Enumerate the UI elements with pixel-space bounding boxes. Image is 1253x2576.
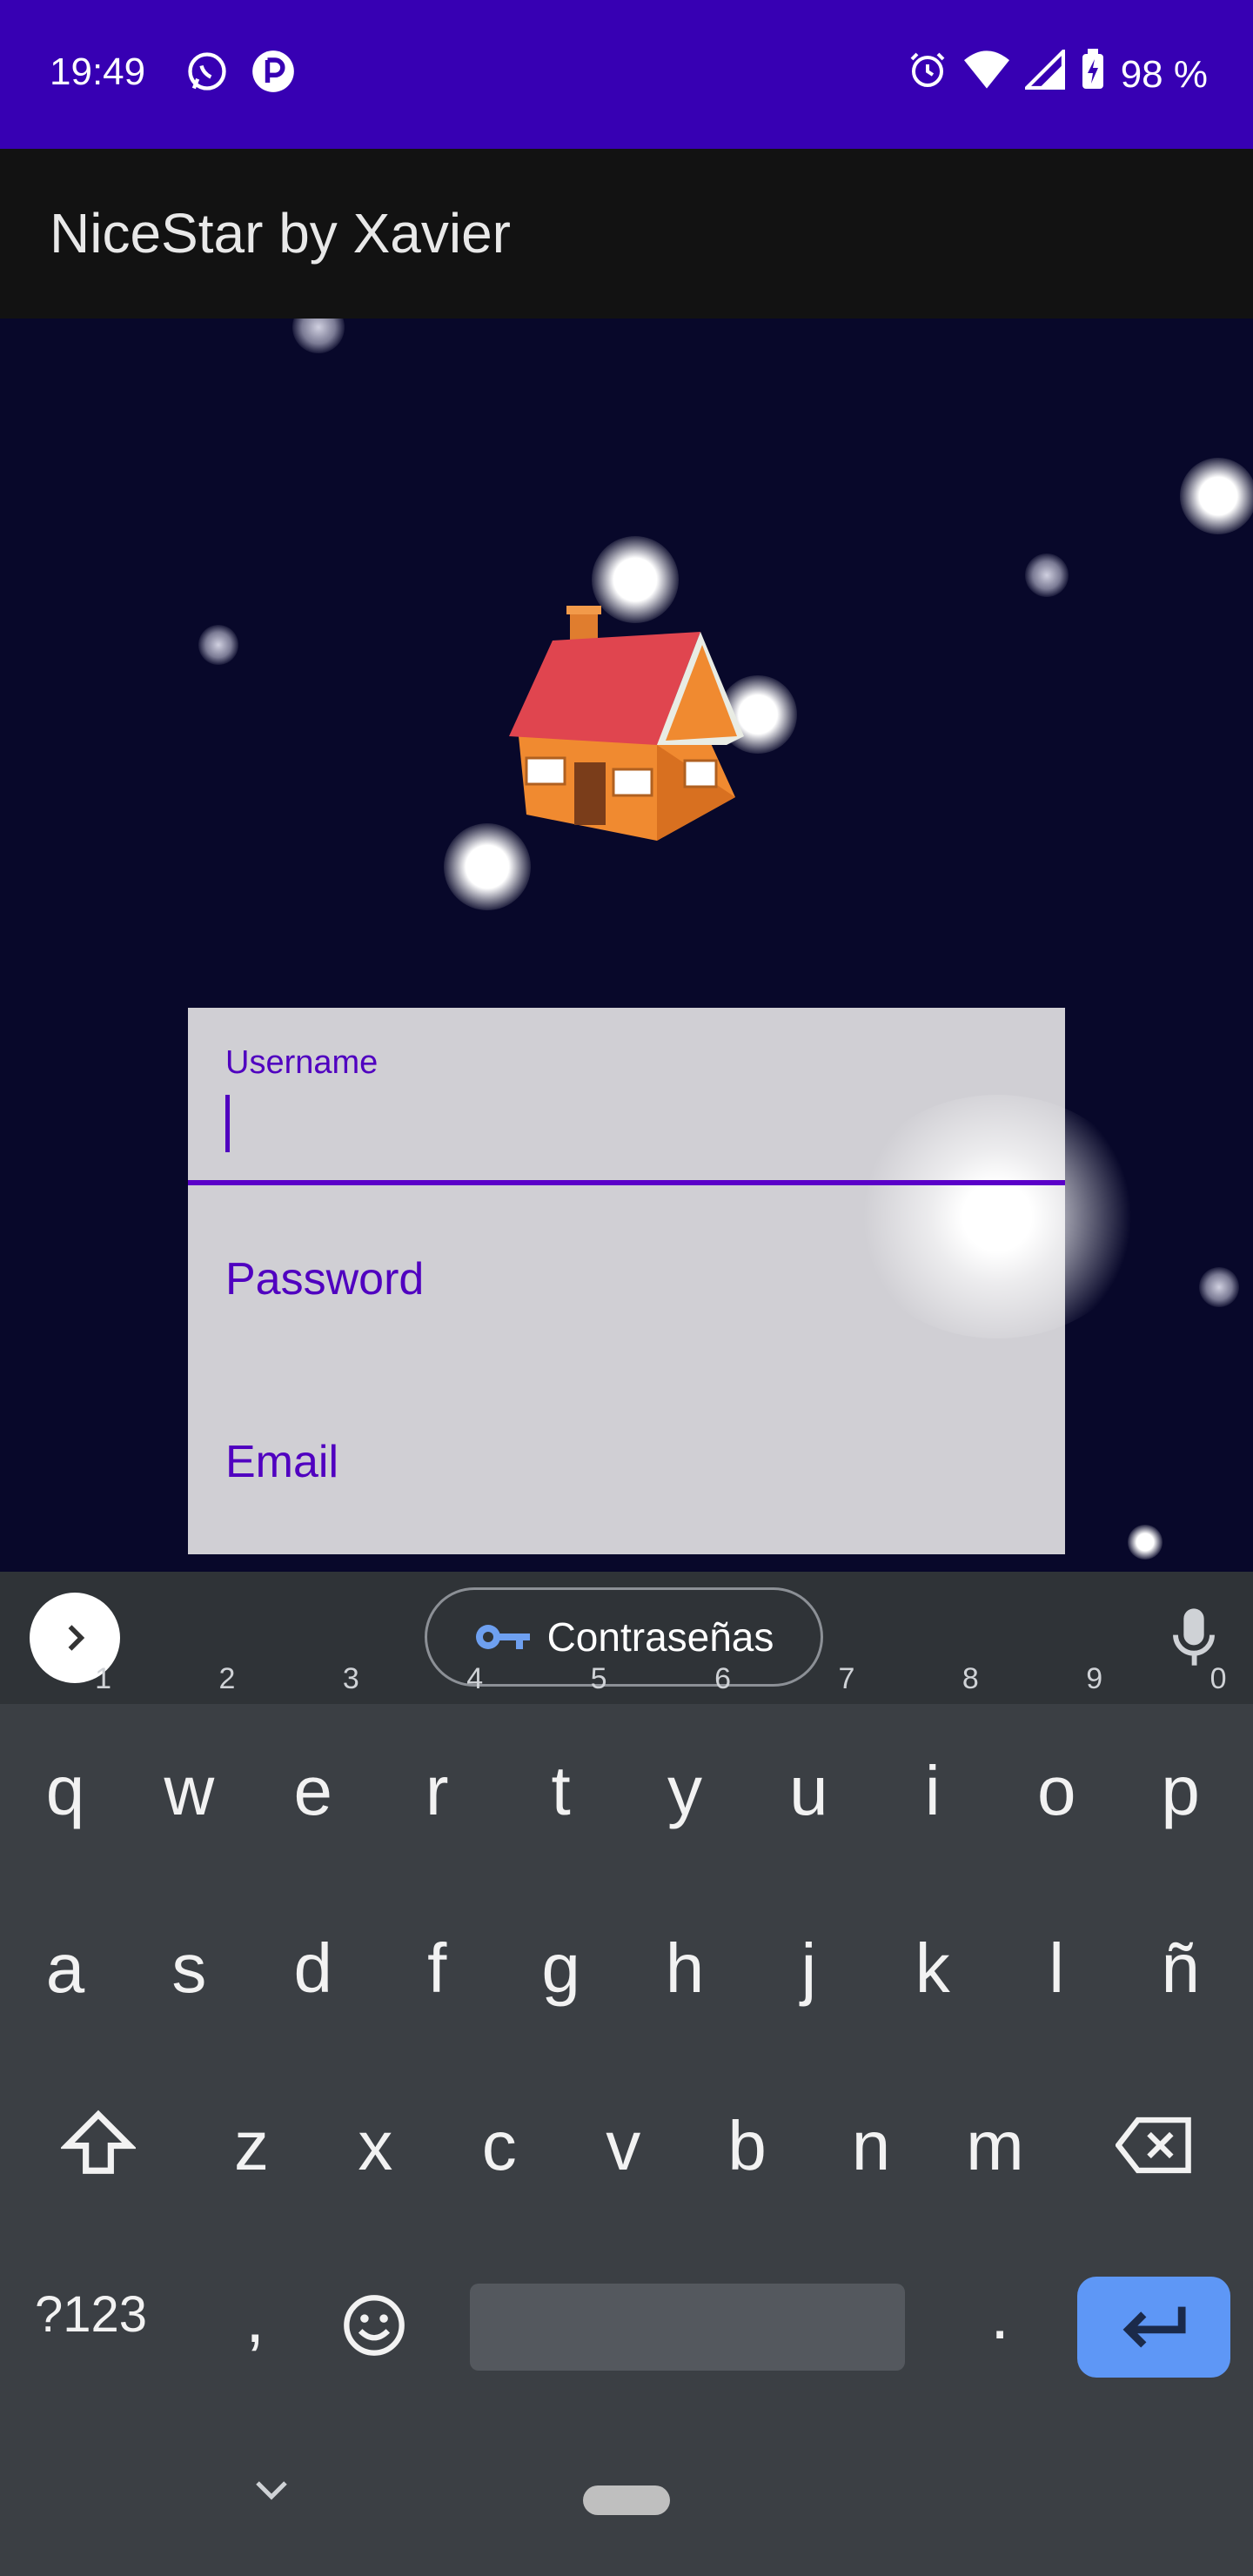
key-j[interactable]: j [747,1882,870,2056]
key-r[interactable]: r4 [375,1662,499,1878]
key-y[interactable]: y6 [623,1662,747,1878]
key-w[interactable]: w2 [127,1662,251,1878]
key-letter: e [293,1752,333,1829]
text-caret [225,1095,230,1152]
key-s[interactable]: s [127,1882,251,2056]
emoji-icon [344,2295,405,2356]
battery-charging-icon [1081,49,1105,100]
key-number-hint: 2 [218,1662,236,1695]
house-icon [500,606,753,845]
status-right: 98 % [907,47,1208,100]
key-l[interactable]: l [995,1882,1118,2056]
key-number-hint: 8 [962,1662,979,1695]
gesture-nav-pill[interactable] [583,2485,670,2515]
password-label: Password [225,1254,425,1305]
key-letter: w [164,1752,215,1829]
key-m[interactable]: m [933,2059,1056,2233]
key-t[interactable]: t5 [499,1662,623,1878]
key-row-3: zxcvbnm [0,2059,1253,2233]
chevron-right-icon [68,1625,85,1651]
key-number-hint: 3 [342,1662,359,1695]
key-letter: u [789,1752,828,1829]
status-time: 19:49 [50,50,146,93]
star [1180,458,1253,534]
key-number-hint: 1 [95,1662,111,1695]
key-number-hint: 0 [1209,1662,1227,1695]
key-g[interactable]: g [499,1882,623,2056]
key-n[interactable]: n [809,2059,933,2233]
enter-arrow-icon [1122,2306,1186,2348]
key-number-hint: 4 [466,1662,484,1695]
key-z[interactable]: z [190,2059,313,2233]
alarm-icon [907,49,948,100]
passwords-chip-label: Contraseñas [546,1614,774,1660]
key-c[interactable]: c [438,2059,561,2233]
star [198,625,238,665]
key-letter: i [924,1752,941,1829]
key-number-hint: 6 [714,1662,731,1695]
key-q[interactable]: q1 [3,1662,127,1878]
key-row-1: q1w2e3r4t5y6u7i8o9p0 [0,1662,1253,1878]
emoji-key[interactable] [341,2292,407,2363]
star [292,319,345,353]
shift-key[interactable] [37,2059,160,2233]
battery-percent: 98 % [1120,52,1208,96]
key-letter: r [425,1752,449,1829]
key-d[interactable]: d [251,1882,375,2056]
wifi-icon [963,49,1009,100]
key-v[interactable]: v [561,2059,685,2233]
email-label: Email [225,1437,339,1487]
key-letter: p [1161,1752,1200,1829]
key-h[interactable]: h [623,1882,747,2056]
star [1025,553,1069,597]
username-label: Username [225,1044,379,1081]
key-p[interactable]: p0 [1119,1662,1243,1878]
app-title: NiceStar by Xavier [50,202,511,265]
key-row-2: asdfghjklñ [0,1882,1253,2056]
backspace-key[interactable] [1093,2059,1216,2233]
app-bar: NiceStar by Xavier [0,149,1253,319]
password-field[interactable]: Password [188,1185,1065,1368]
key-number-hint: 9 [1086,1662,1103,1695]
key-number-hint: 5 [590,1662,607,1695]
key-letter: t [551,1752,571,1829]
hide-keyboard-icon[interactable] [252,2477,291,2507]
passwords-chip[interactable]: Contraseñas [425,1587,823,1687]
enter-key[interactable] [1077,2277,1230,2378]
star [1199,1267,1239,1307]
app-notification-icon [251,49,296,98]
key-icon [475,1625,530,1649]
key-f[interactable]: f [375,1882,499,2056]
space-key[interactable] [470,2284,905,2371]
signal-icon [1022,47,1065,99]
symbols-key[interactable]: ?123 [35,2285,147,2344]
key-number-hint: 7 [838,1662,855,1695]
key-k[interactable]: k [871,1882,995,2056]
whatsapp-icon [184,49,230,98]
key-o[interactable]: o9 [995,1662,1118,1878]
keyboard: Contraseñas q1w2e3r4t5y6u7i8o9p0 asdfghj… [0,1572,1253,2576]
key-i[interactable]: i8 [871,1662,995,1878]
star [1128,1525,1163,1560]
username-field[interactable]: Username [188,1008,1065,1185]
key-a[interactable]: a [3,1882,127,2056]
key-e[interactable]: e3 [251,1662,375,1878]
keyboard-toolbar: Contraseñas [0,1572,1253,1704]
key-letter: o [1036,1752,1076,1829]
key-x[interactable]: x [313,2059,437,2233]
key-letter: q [45,1752,85,1829]
login-form: Username Password Email [188,1008,1145,1554]
key-b[interactable]: b [686,2059,809,2233]
key-letter: y [667,1752,702,1829]
key-ñ[interactable]: ñ [1119,1882,1243,2056]
status-bar: 19:49 98 % [0,0,1253,149]
period-key[interactable]: . [990,2275,1009,2355]
email-field[interactable]: Email [188,1368,1065,1554]
comma-key[interactable]: , [245,2278,265,2358]
key-u[interactable]: u7 [747,1662,870,1878]
